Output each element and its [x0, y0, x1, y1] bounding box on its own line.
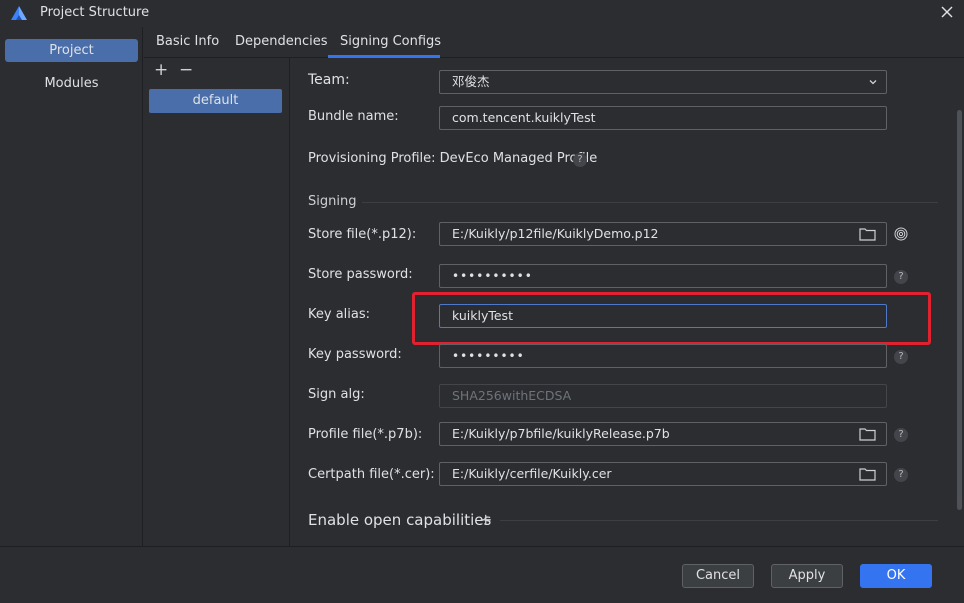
signing-section-title: Signing [308, 194, 357, 209]
profile-file-label: Profile file(*.p7b): [308, 427, 423, 442]
certpath-file-value: E:/Kuikly/cerfile/Kuikly.cer [452, 466, 612, 481]
key-password-label: Key password: [308, 347, 402, 362]
bundle-name-label: Bundle name: [308, 109, 399, 124]
team-value: 邓俊杰 [452, 74, 490, 89]
deveco-logo-icon [11, 6, 27, 20]
provisioning-profile-text: Provisioning Profile: DevEco Managed Pro… [308, 151, 598, 166]
team-dropdown[interactable]: 邓俊杰 [439, 70, 887, 94]
store-file-label: Store file(*.p12): [308, 227, 417, 242]
nav-item-modules[interactable]: Modules [5, 72, 138, 95]
fingerprint-icon[interactable] [893, 226, 909, 242]
store-password-label: Store password: [308, 267, 413, 282]
team-label: Team: [308, 72, 350, 88]
title-bar: Project Structure [0, 0, 964, 27]
certpath-file-label: Certpath file(*.cer): [308, 467, 435, 482]
tab-dependencies[interactable]: Dependencies [235, 34, 328, 49]
key-alias-highlight-box [412, 292, 931, 345]
add-config-button[interactable]: + [154, 60, 168, 80]
config-item-default[interactable]: default [149, 89, 282, 113]
profile-file-input[interactable]: E:/Kuikly/p7bfile/kuiklyRelease.p7b [439, 422, 887, 446]
help-icon[interactable]: ? [573, 153, 587, 167]
tab-bar: Basic Info Dependencies Signing Configs [144, 27, 964, 58]
ok-button[interactable]: OK [860, 564, 932, 588]
certpath-file-input[interactable]: E:/Kuikly/cerfile/Kuikly.cer [439, 462, 887, 486]
cancel-button[interactable]: Cancel [682, 564, 754, 588]
chevron-down-icon [869, 80, 877, 85]
folder-icon[interactable] [859, 427, 876, 441]
store-password-input[interactable]: •••••••••• [439, 264, 887, 288]
profile-file-value: E:/Kuikly/p7bfile/kuiklyRelease.p7b [452, 426, 670, 441]
left-nav: Project Modules [0, 27, 143, 546]
key-alias-label: Key alias: [308, 307, 371, 322]
bundle-name-input[interactable]: com.tencent.kuiklyTest [439, 106, 887, 130]
close-icon[interactable] [939, 4, 955, 20]
form-scrollbar[interactable] [957, 110, 962, 510]
folder-icon[interactable] [859, 227, 876, 241]
nav-item-project[interactable]: Project [5, 39, 138, 62]
help-icon[interactable]: ? [894, 270, 908, 284]
signing-config-list: + − default [144, 58, 290, 546]
tab-signing-configs[interactable]: Signing Configs [340, 34, 441, 49]
open-capabilities-title: Enable open capabilities [308, 511, 492, 529]
key-password-input[interactable]: ••••••••• [439, 344, 887, 368]
help-icon[interactable]: ? [894, 428, 908, 442]
help-icon[interactable]: ? [894, 468, 908, 482]
tab-basic-info[interactable]: Basic Info [156, 34, 219, 49]
window-title: Project Structure [40, 5, 150, 20]
sign-alg-input: SHA256withECDSA [439, 384, 887, 408]
store-file-value: E:/Kuikly/p12file/KuiklyDemo.p12 [452, 226, 659, 241]
sign-alg-label: Sign alg: [308, 387, 365, 402]
add-capability-button[interactable]: + [479, 510, 492, 529]
store-file-input[interactable]: E:/Kuikly/p12file/KuiklyDemo.p12 [439, 222, 887, 246]
signing-divider [362, 202, 938, 203]
remove-config-button[interactable]: − [179, 60, 193, 80]
folder-icon[interactable] [859, 467, 876, 481]
apply-button[interactable]: Apply [771, 564, 843, 588]
capabilities-divider [500, 520, 938, 521]
help-icon[interactable]: ? [894, 350, 908, 364]
